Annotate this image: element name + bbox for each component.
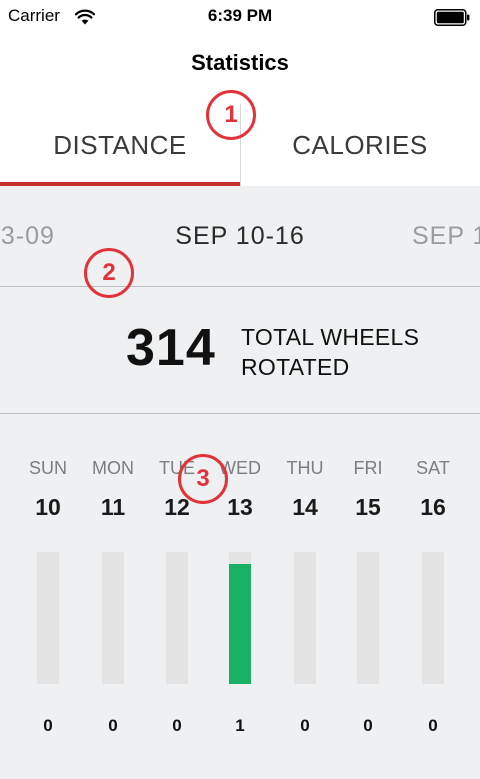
statistics-content: 03-09 SEP 10-16 SEP 1 314 TOTAL WHEELS R… (0, 186, 480, 779)
day-bar-fill (229, 564, 251, 684)
total-wheels-label: TOTAL WHEELS ROTATED (241, 322, 419, 382)
tab-calories[interactable]: CALORIES (240, 104, 480, 186)
day-column[interactable]: SUN 10 0 (17, 414, 79, 779)
stat-tabs: DISTANCE CALORIES (0, 104, 480, 186)
day-column[interactable]: WED 13 1 (209, 414, 271, 779)
day-bar-track (422, 552, 444, 684)
day-bar-track (229, 552, 251, 684)
status-bar: Carrier 6:39 PM (0, 0, 480, 36)
day-date: 14 (292, 494, 318, 520)
day-bar-track (102, 552, 124, 684)
day-name: TUE (159, 458, 195, 478)
day-name: FRI (353, 458, 383, 478)
day-column[interactable]: SAT 16 0 (402, 414, 464, 779)
day-name: SUN (28, 458, 67, 478)
day-date: 16 (420, 494, 446, 520)
day-bar-track (166, 552, 188, 684)
week-next[interactable]: SEP 1 (412, 222, 480, 251)
day-name: WED (219, 458, 261, 478)
total-label-line1: TOTAL WHEELS (241, 324, 420, 350)
day-count: 0 (363, 716, 373, 735)
total-wheels-value: 314 (126, 319, 216, 377)
day-date: 12 (164, 494, 190, 520)
day-column[interactable]: FRI 15 0 (337, 414, 399, 779)
day-count: 0 (172, 716, 182, 735)
total-label-line2: ROTATED (241, 354, 350, 380)
day-count: 0 (428, 716, 438, 735)
day-bar-track (357, 552, 379, 684)
daily-breakdown: SUN 10 0 MON 11 0 TUE 12 0 WED 13 1 THU … (0, 414, 480, 779)
day-column[interactable]: MON 11 0 (82, 414, 144, 779)
day-date: 10 (35, 494, 61, 520)
week-current[interactable]: SEP 10-16 (0, 222, 480, 251)
day-column[interactable]: TUE 12 0 (146, 414, 208, 779)
tab-distance[interactable]: DISTANCE (0, 104, 240, 186)
day-count: 0 (300, 716, 310, 735)
day-name: MON (92, 458, 134, 478)
day-date: 11 (100, 494, 126, 520)
day-date: 15 (355, 494, 381, 520)
page-title: Statistics (191, 50, 289, 75)
day-bar-track (37, 552, 59, 684)
day-count: 0 (43, 716, 53, 735)
day-column[interactable]: THU 14 0 (274, 414, 336, 779)
day-bar-track (294, 552, 316, 684)
day-count: 0 (108, 716, 118, 735)
week-selector[interactable]: 03-09 SEP 10-16 SEP 1 (0, 186, 480, 286)
day-count: 1 (235, 716, 245, 735)
day-name: THU (286, 458, 324, 478)
day-name: SAT (416, 458, 450, 478)
day-date: 13 (227, 494, 253, 520)
weekly-summary: 314 TOTAL WHEELS ROTATED (0, 286, 480, 414)
battery-icon (434, 9, 470, 26)
clock-time: 6:39 PM (207, 6, 273, 25)
